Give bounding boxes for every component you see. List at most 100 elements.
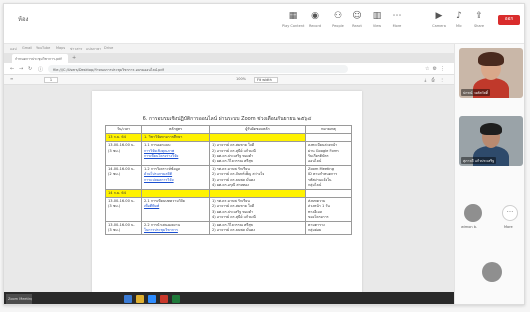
time-cell: 13.00-16.00 น. (3 ชม.) (105, 221, 142, 236)
meeting-window: ห้อง ▦ Play Content ◉ Record ⚇ People ☺ Reac… (3, 3, 525, 305)
header-course: หลักสูตร (141, 124, 210, 135)
avatar[interactable] (464, 204, 482, 222)
course-cell: 2.1 การเขียนบทความวิจัย เพื่อตีพิมพ์ (141, 197, 210, 223)
taskbar-pdf-icon[interactable] (160, 295, 168, 303)
owner-cell: 1) รศ.ดร.มานพ รักเรียน 2) อาจารย์ ดร.สมช… (209, 197, 306, 223)
menu-icon[interactable]: ≡ (10, 76, 13, 81)
tab-pdf[interactable]: กำหนดการประชุมวิชาการ.pdf (12, 54, 68, 63)
info-icon: ⓘ (38, 67, 44, 73)
bookmark-item[interactable]: แปลภาษา (86, 46, 101, 52)
avatar[interactable] (482, 262, 502, 282)
meeting-toolbar: ห้อง ▦ Play Content ◉ Record ⚇ People ☺ Reac… (4, 4, 524, 44)
more-button[interactable]: ⋯ More (386, 10, 408, 38)
view-button[interactable]: ▥ View (366, 10, 388, 38)
note-cell: ตามตาราง กลุ่มย่อย (305, 221, 352, 236)
mic-button[interactable]: ♪ Mic (448, 10, 470, 38)
page-number-input[interactable]: 1 (44, 77, 58, 83)
note-cell: ส่งบทความ ล่วงหน้า 1 วัน ทางอีเมล ของโคร… (305, 197, 352, 223)
pdf-toolbar: ≡ 1 100% Fit width ⤓ ⎙ ⋮ (4, 75, 454, 85)
url-field[interactable]: file:///C:/Users/Desktop/กำหนดการประชุมว… (48, 65, 348, 73)
pdf-tools-icon[interactable]: ⤓ ⎙ ⋮ (424, 77, 446, 82)
table-row: 13.00-16.00 น. (3 ชม.) 2.2 การนำเสนอผลงา… (105, 221, 352, 236)
document-title: 6. การอบรมเชิงปฏิบัติการออนไลน์ ผ่านระบบ… (142, 116, 312, 122)
camera-icon: ▶ (435, 11, 443, 21)
bookmark-item[interactable]: ข่าวสาร (70, 46, 82, 52)
section-topic: 1. วิชาวิจัยทางการศึกษา (141, 133, 210, 143)
taskbar-app-zoom[interactable]: Zoom Meeting (6, 294, 32, 304)
time-cell: 13.00-16.00 น. (3 ชม.) (105, 141, 142, 167)
content-icon: ▦ (288, 11, 298, 21)
back-icon[interactable]: ← (10, 66, 14, 72)
course-link[interactable]: การแปลผลการวิจัย (144, 178, 207, 183)
schedule-table: วัน/เวลา หลักสูตร ผู้รับผิดชอบหลัก หมายเ… (105, 124, 352, 236)
note-cell: ลงทะเบียนล่วงหน้า ผ่าน Google Form รับเก… (305, 141, 352, 167)
record-button[interactable]: ◉ Record (304, 10, 326, 38)
section-date: 14 ก.ย. 64 (105, 189, 142, 199)
browser-actions-icon[interactable]: ☆⚙⋮ (425, 66, 448, 72)
react-button[interactable]: ☺ React (346, 10, 368, 38)
video-tile-speaker[interactable]: ปกรณ์ วงศ์สวัสดิ์ (459, 48, 523, 98)
bookmark-item[interactable]: Maps (56, 46, 65, 50)
time-cell: 14.00-16.00 น. (2 ชม.) (105, 165, 142, 191)
participant-name: สุภาวดี แก้วประเสริฐ (461, 157, 497, 164)
zoom-level: 100% (236, 77, 247, 81)
pdf-page: 6. การอบรมเชิงปฏิบัติการออนไลน์ ผ่านระบบ… (92, 91, 362, 304)
participant-name: wimon b. (461, 225, 478, 229)
taskbar-browser-icon[interactable] (124, 295, 132, 303)
more-label: More (504, 225, 513, 229)
share-button[interactable]: ⇪ Share (468, 10, 490, 38)
bookmark-item[interactable]: YouTube (36, 46, 50, 50)
course-link[interactable]: การเขียนโครงร่างวิจัย (144, 154, 207, 159)
new-tab-button[interactable]: + (72, 55, 76, 61)
address-bar: ← → ↻ ⓘ file:///C:/Users/Desktop/กำหนดกา… (4, 63, 454, 75)
bookmark-item[interactable]: Drive (104, 46, 113, 50)
participant-name: ปกรณ์ วงศ์สวัสดิ์ (461, 89, 490, 96)
smile-icon: ☺ (352, 11, 362, 21)
table-header-row: วัน/เวลา หลักสูตร ผู้รับผิดชอบหลัก หมายเ… (105, 124, 352, 135)
owner-cell: 1) รศ.ดร.มานพ รักเรียน 2) อาจารย์ ดร.จัน… (209, 165, 306, 191)
tab-strip: กำหนดการประชุมวิชาการ.pdf + (4, 53, 454, 63)
meeting-title: ห้อง (18, 16, 29, 23)
table-row: 13.00-16.00 น. (3 ชม.) 1.1 การออกแบบ การ… (105, 141, 352, 167)
forward-icon[interactable]: → (19, 66, 23, 72)
taskbar-sheet-icon[interactable] (172, 295, 180, 303)
course-link[interactable]: เพื่อตีพิมพ์ (144, 204, 207, 209)
owner-cell: 1) อาจารย์ ดร.สมชาย ใจดี 2) อาจารย์ ดร.ส… (209, 141, 306, 167)
more-icon: ⋯ (392, 11, 402, 21)
zoom-select[interactable]: Fit width (254, 77, 278, 83)
grid-icon: ▥ (372, 11, 382, 21)
section-row: 13 ก.ย. 64 1. วิชาวิจัยทางการศึกษา (105, 133, 352, 143)
course-link[interactable]: ในการประชุมวิชาการ (144, 228, 207, 233)
mic-icon: ♪ (456, 11, 462, 21)
owner-cell: 1) ผศ.ดร.วิไลวรรณ ศรีสุข 2) อาจารย์ ดร.ธ… (209, 221, 306, 236)
header-note: หมายเหตุ (305, 124, 352, 135)
course-cell: 1.1 การออกแบบ การวิจัยเชิงคุณภาพ การเขีย… (141, 141, 210, 167)
time-cell: 13.00-16.00 น. (3 ชม.) (105, 197, 142, 223)
bookmark-item[interactable]: แอป (10, 46, 17, 52)
camera-button[interactable]: ▶ Camera (428, 10, 450, 38)
taskbar-zoom-icon[interactable] (148, 295, 156, 303)
table-row: 13.00-16.00 น. (3 ชม.) 2.1 การเขียนบทควา… (105, 197, 352, 223)
more-participants-button[interactable]: ··· (502, 205, 518, 221)
video-tile[interactable]: สุภาวดี แก้วประเสริฐ (459, 116, 523, 166)
record-icon: ◉ (311, 11, 319, 21)
section-topic (141, 189, 210, 199)
shared-screen: แอป Gmail YouTube Maps ข่าวสาร แปลภาษา D… (4, 44, 454, 304)
play-content-button[interactable]: ▦ Play Content (282, 10, 304, 38)
taskbar-folder-icon[interactable] (136, 295, 144, 303)
note-cell: Zoom Meeting ID ตามกำหนดการ รหัสผ่านแจ้ง… (305, 165, 352, 191)
section-row: 14 ก.ย. 64 (105, 189, 352, 199)
reload-icon[interactable]: ↻ (28, 66, 32, 72)
bookmark-item[interactable]: Gmail (22, 46, 32, 50)
header-owner: ผู้รับผิดชอบหลัก (209, 124, 306, 135)
taskbar: Zoom Meeting (4, 292, 454, 304)
table-row: 14.00-16.00 น. (2 ชม.) 1.2 การวิเคราะห์ข… (105, 165, 352, 191)
course-cell: 1.2 การวิเคราะห์ข้อมูล ด้วยโปรแกรมสถิติ … (141, 165, 210, 191)
share-icon: ⇪ (475, 11, 483, 21)
leave-button[interactable]: ออก (498, 15, 520, 25)
section-date: 13 ก.ย. 64 (105, 133, 142, 143)
bookmarks-bar: แอป Gmail YouTube Maps ข่าวสาร แปลภาษา D… (4, 44, 454, 53)
header-time: วัน/เวลา (105, 124, 142, 135)
participants-panel: ปกรณ์ วงศ์สวัสดิ์ สุภาวดี แก้วประเสริฐ w… (454, 44, 524, 304)
course-cell: 2.2 การนำเสนอผลงาน ในการประชุมวิชาการ (141, 221, 210, 236)
